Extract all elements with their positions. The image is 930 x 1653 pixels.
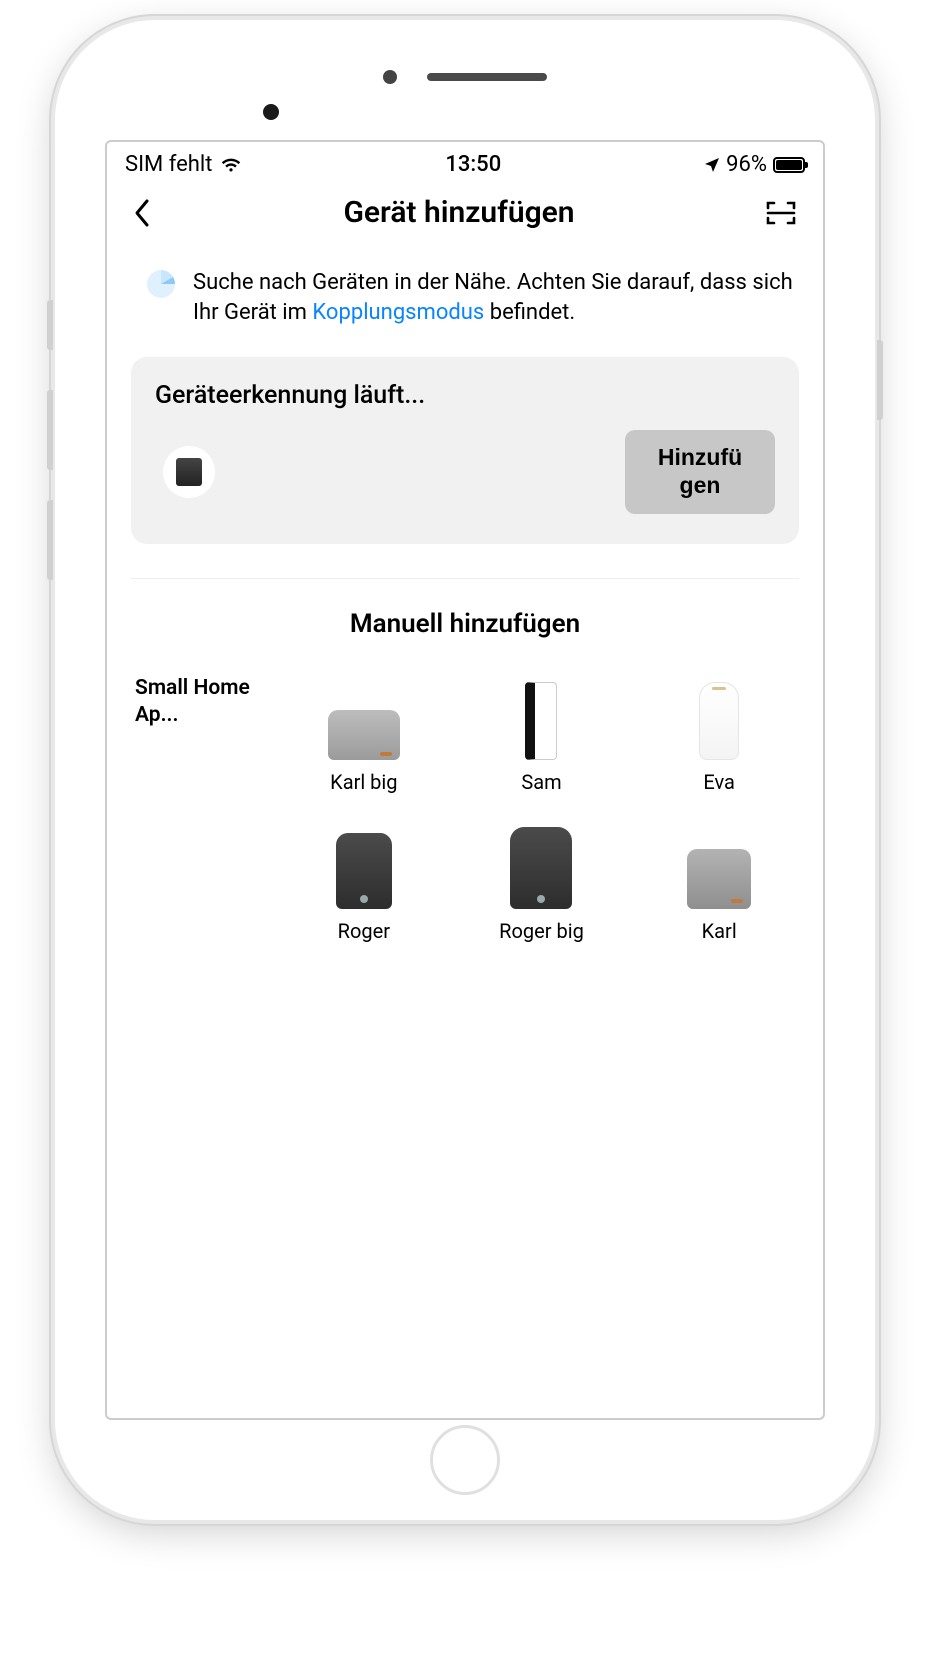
phone-frame: SIM fehlt 13:50 96% Gerät hinzufügen [55,20,875,1520]
carrier-label: SIM fehlt [125,152,212,177]
status-time: 13:50 [445,152,501,177]
spinner-icon [147,270,175,298]
device-label: Roger [338,919,390,943]
device-image [501,675,581,760]
manual-add-title: Manuell hinzufügen [107,609,823,639]
back-button[interactable] [133,197,153,229]
device-image [324,824,404,909]
search-info-row: Suche nach Geräten in der Nähe. Achten S… [107,248,823,337]
detected-device-thumb[interactable] [163,446,215,498]
battery-icon [773,157,805,173]
detection-row: Hinzufü gen [155,430,775,513]
info-text-after: befindet. [484,300,575,325]
search-info-text: Suche nach Geräten in der Nähe. Achten S… [193,268,793,327]
phone-side-button [47,500,53,580]
device-icon [176,458,202,486]
status-right: 96% [704,152,805,177]
page-title: Gerät hinzufügen [343,195,574,230]
device-item[interactable]: Roger big [458,824,626,943]
phone-top-cluster [383,70,547,84]
device-label: Karl big [330,770,397,794]
screen: SIM fehlt 13:50 96% Gerät hinzufügen [105,140,825,1420]
pairing-mode-link[interactable]: Kopplungsmodus [312,300,484,325]
manual-body: Small Home Ap... Karl big Sam Eva Roger Roge… [107,675,823,943]
device-grid: Karl big Sam Eva Roger Roger big Karl [280,675,813,943]
device-image [679,824,759,909]
device-item[interactable]: Eva [635,675,803,794]
status-bar: SIM fehlt 13:50 96% [107,142,823,183]
detection-card: Geräteerkennung läuft... Hinzufü gen [131,357,799,543]
add-button[interactable]: Hinzufü gen [625,430,775,513]
phone-sensor-icon [383,70,397,84]
device-item[interactable]: Karl [635,824,803,943]
category-label[interactable]: Small Home Ap... [135,675,280,730]
wifi-icon [220,157,242,173]
device-label: Eva [703,770,735,794]
phone-side-button [877,340,883,420]
nav-header: Gerät hinzufügen [107,183,823,248]
location-icon [704,157,720,173]
category-column: Small Home Ap... [135,675,280,943]
device-label: Karl [702,919,737,943]
device-image [679,675,759,760]
divider [131,578,799,579]
battery-percent: 96% [726,152,767,177]
phone-speaker [427,73,547,81]
status-left: SIM fehlt [125,152,242,177]
scan-icon[interactable] [765,199,797,227]
home-button[interactable] [430,1425,500,1495]
device-label: Sam [521,770,561,794]
device-item[interactable]: Sam [458,675,626,794]
device-item[interactable]: Roger [280,824,448,943]
device-image [501,824,581,909]
device-item[interactable]: Karl big [280,675,448,794]
detection-title: Geräteerkennung läuft... [155,381,775,410]
phone-camera-icon [263,104,279,120]
device-image [324,675,404,760]
phone-side-button [47,300,53,350]
device-label: Roger big [499,919,584,943]
phone-side-button [47,390,53,470]
